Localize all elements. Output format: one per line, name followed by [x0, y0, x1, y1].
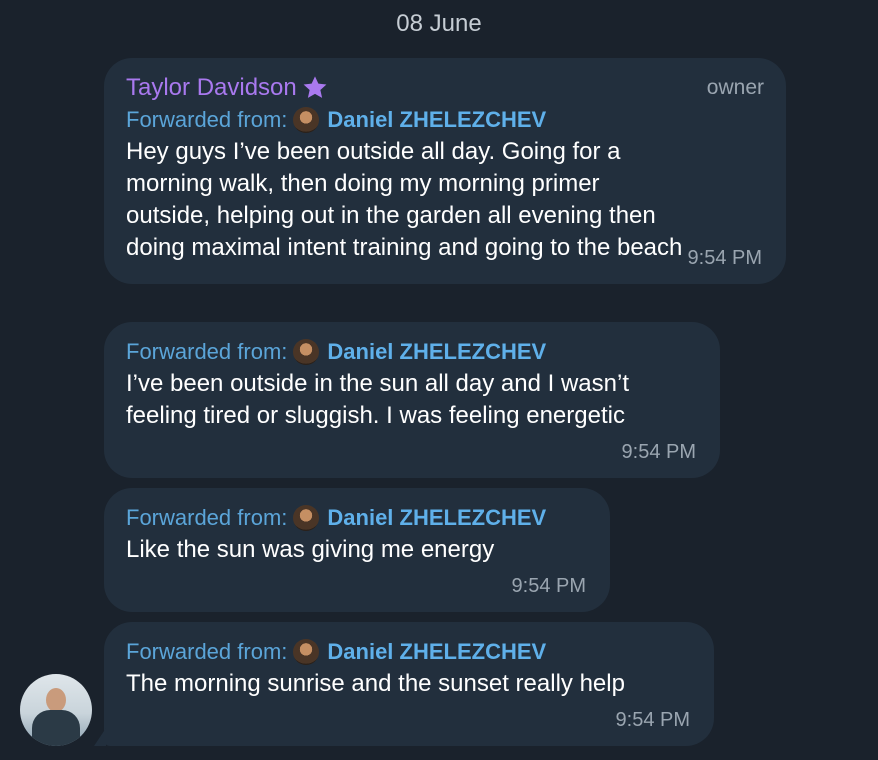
forwarded-name[interactable]: Daniel ZHELEZCHEV: [327, 107, 546, 133]
message-line: Hey guys I’ve been outside all day. Goin…: [126, 138, 621, 165]
forwarded-label: Forwarded from:: [126, 505, 288, 530]
message-line: doing maximal intent training and going …: [126, 234, 683, 261]
message-bubble[interactable]: Taylor Davidson owner Forwarded from: Da…: [104, 58, 786, 284]
message-line: feeling tired or sluggish. I was feeling…: [126, 402, 625, 429]
message-text: Hey guys I’ve been outside all day. Goin…: [126, 136, 764, 264]
forwarded-header[interactable]: Forwarded from: Daniel ZHELEZCHEV: [126, 104, 764, 136]
forwarded-header[interactable]: Forwarded from: Daniel ZHELEZCHEV: [126, 636, 692, 668]
message-line: Like the sun was giving me energy: [126, 536, 495, 563]
date-separator: 08 June: [396, 10, 482, 37]
message-time: 9:54 PM: [687, 247, 762, 269]
message-bubble[interactable]: Forwarded from: Daniel ZHELEZCHEV I’ve b…: [104, 322, 720, 478]
forwarded-user-avatar: [293, 107, 320, 133]
sender-avatar[interactable]: [20, 674, 92, 746]
sender-name-label: Taylor Davidson: [126, 74, 297, 101]
message-line: I’ve been outside in the sun all day and…: [126, 370, 629, 397]
star-icon: [303, 76, 327, 98]
message-line: morning walk, then doing my morning prim…: [126, 170, 600, 197]
message-text: Like the sun was giving me energy: [126, 534, 588, 566]
sender-name[interactable]: Taylor Davidson: [126, 74, 329, 102]
forwarded-name[interactable]: Daniel ZHELEZCHEV: [327, 505, 546, 531]
forwarded-header[interactable]: Forwarded from: Daniel ZHELEZCHEV: [126, 336, 698, 368]
avatar-head: [46, 688, 66, 712]
message-time: 9:54 PM: [615, 709, 690, 731]
role-badge: owner: [706, 76, 764, 99]
forwarded-header[interactable]: Forwarded from: Daniel ZHELEZCHEV: [126, 502, 588, 534]
forwarded-user-avatar: [293, 505, 320, 531]
forwarded-label: Forwarded from:: [126, 639, 288, 664]
forwarded-label: Forwarded from:: [126, 107, 288, 132]
message-text: The morning sunrise and the sunset reall…: [126, 668, 692, 700]
message-bubble[interactable]: Forwarded from: Daniel ZHELEZCHEV Like t…: [104, 488, 610, 612]
message-time: 9:54 PM: [511, 575, 586, 597]
avatar-body: [32, 710, 80, 746]
forwarded-label: Forwarded from:: [126, 339, 288, 364]
message-time: 9:54 PM: [621, 441, 696, 463]
forwarded-user-avatar: [293, 339, 320, 365]
message-bubble[interactable]: Forwarded from: Daniel ZHELEZCHEV The mo…: [104, 622, 714, 746]
forwarded-name[interactable]: Daniel ZHELEZCHEV: [327, 639, 546, 665]
forwarded-user-avatar: [293, 639, 320, 665]
message-text: I’ve been outside in the sun all day and…: [126, 368, 698, 432]
forwarded-name[interactable]: Daniel ZHELEZCHEV: [327, 339, 546, 365]
message-line: The morning sunrise and the sunset reall…: [126, 670, 625, 697]
bubble-tail: [94, 728, 106, 746]
message-line: outside, helping out in the garden all e…: [126, 202, 656, 229]
